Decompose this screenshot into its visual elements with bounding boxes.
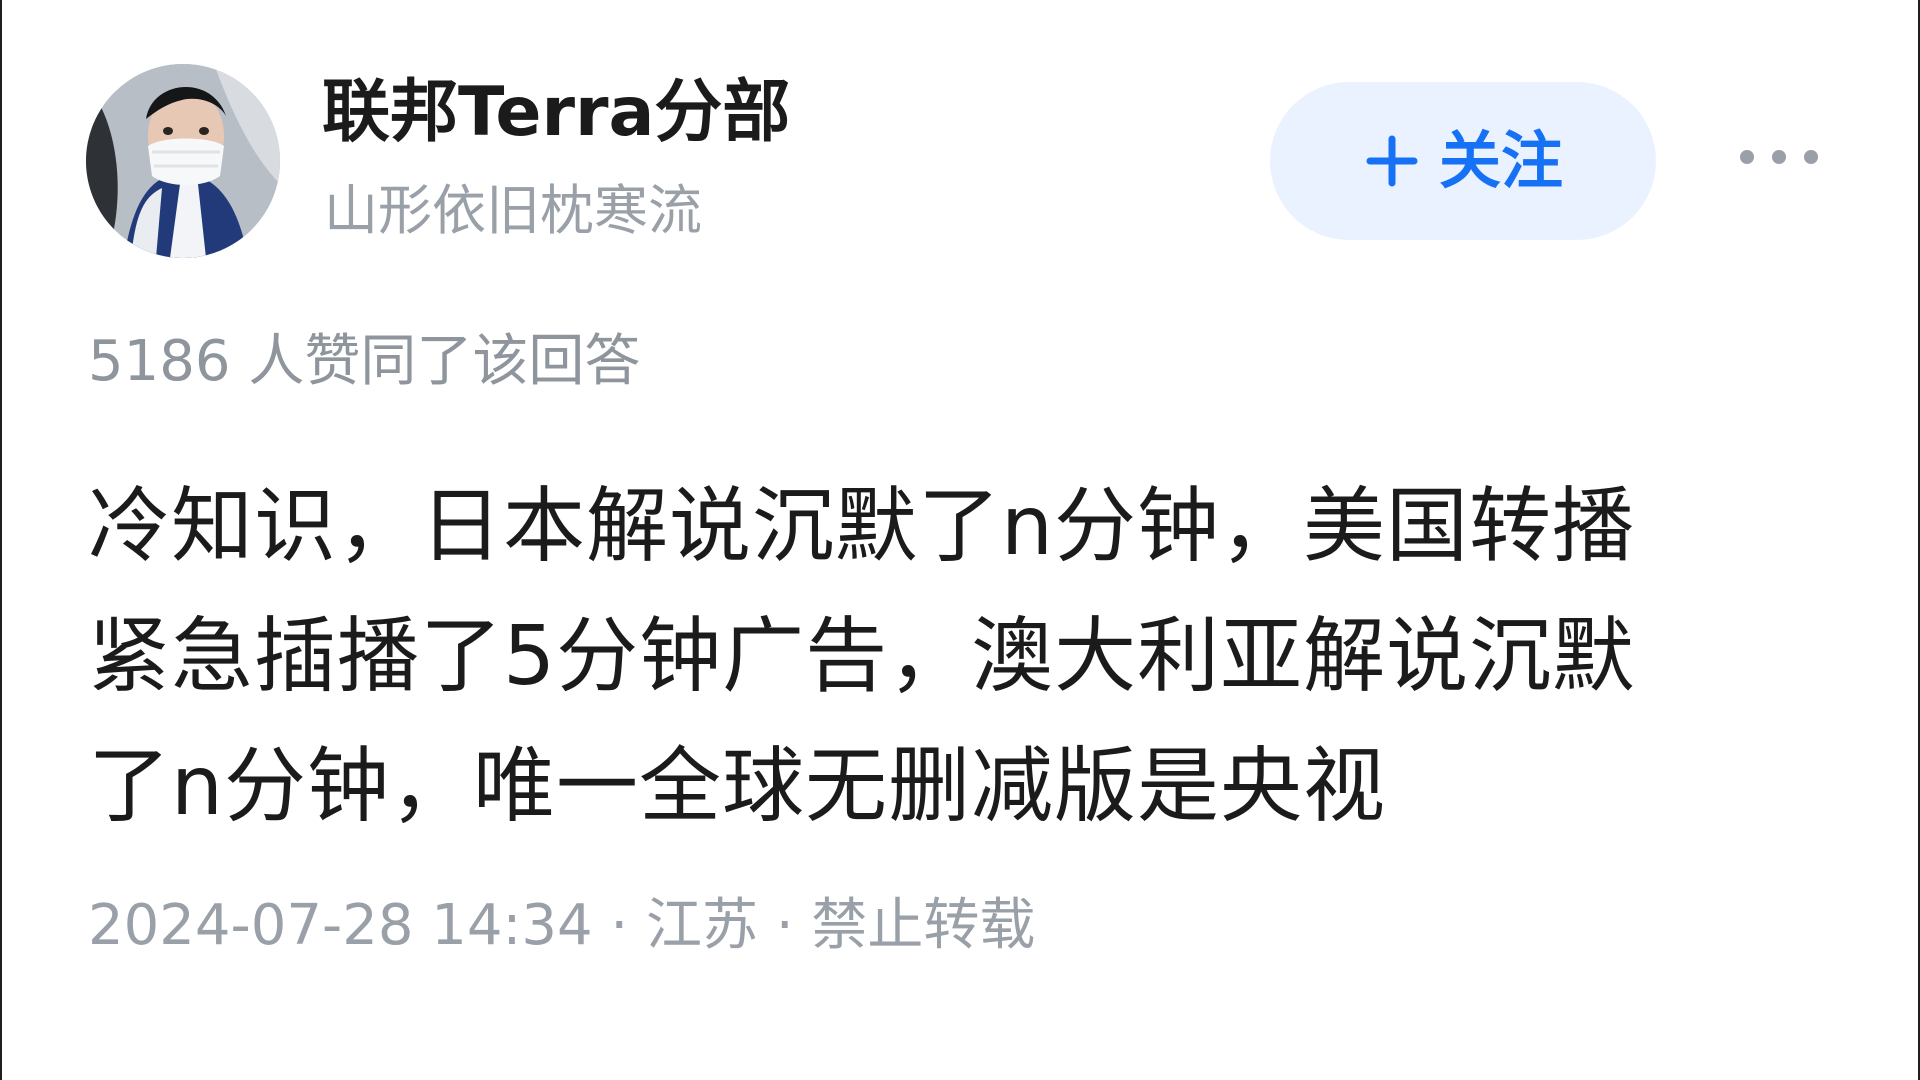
- more-button[interactable]: [1720, 130, 1838, 188]
- author-bio: 山形依旧枕寒流: [324, 179, 702, 242]
- answer-content: 冷知识，日本解说沉默了n分钟，美国转播 紧急插播了5分钟广告，澳大利亚解说沉默 …: [88, 462, 1798, 852]
- answer-line-2: 紧急插播了5分钟广告，澳大利亚解说沉默: [88, 609, 1636, 704]
- answer-line-3: 了n分钟，唯一全球无删减版是央视: [88, 739, 1386, 834]
- answer-line-1: 冷知识，日本解说沉默了n分钟，美国转播: [88, 479, 1635, 574]
- answer-card: 联邦Terra分部 山形依旧枕寒流 关注 5186 人赞同了该回答 冷知识，日本…: [0, 0, 1920, 1080]
- avatar[interactable]: [86, 64, 280, 258]
- follow-button[interactable]: 关注: [1270, 82, 1656, 240]
- more-horizontal-icon: [1737, 147, 1821, 171]
- plus-icon: [1363, 132, 1421, 190]
- follow-label: 关注: [1438, 124, 1563, 197]
- answer-meta: 2024-07-28 14:34 · 江苏 · 禁止转载: [88, 893, 1036, 958]
- author-name[interactable]: 联邦Terra分部: [322, 70, 790, 156]
- upvote-count: 5186 人赞同了该回答: [88, 329, 641, 394]
- avatar-image: [86, 64, 280, 258]
